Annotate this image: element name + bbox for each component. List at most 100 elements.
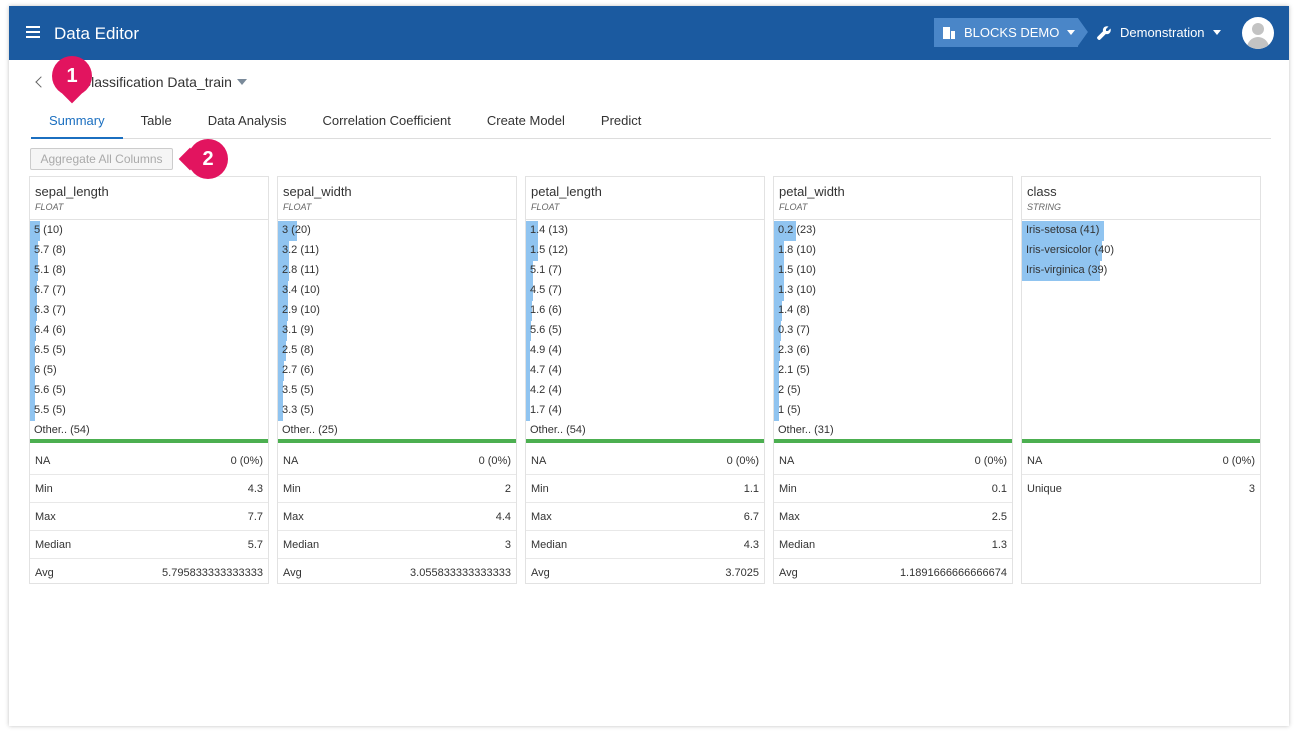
stat-label: Median	[283, 538, 320, 551]
stat-row: NA 0 (0%)	[30, 447, 268, 475]
frequency-row: 5.1 (7)	[526, 260, 764, 281]
value-frequency-list: 0.2 (23) 1.8 (10) 1.5 (10) 1.3 (10) 1.4 (8) 0…	[774, 220, 1012, 440]
frequency-row: 5.6 (5)	[30, 380, 268, 401]
stat-row: Min 4.3	[30, 475, 268, 503]
project-selector-button[interactable]: Demonstration	[1078, 18, 1228, 47]
frequency-row: 1.6 (6)	[526, 300, 764, 321]
stat-value: 3	[504, 538, 511, 551]
stat-row: Avg 5.795833333333333	[30, 559, 268, 587]
column-header: sepal_width FLOAT	[278, 177, 516, 220]
frequency-label: 1 (5)	[778, 404, 801, 416]
frequency-label: 2.9 (10)	[282, 304, 320, 316]
tab-data-analysis[interactable]: Data Analysis	[190, 107, 305, 139]
tab-correlation-coefficient[interactable]: Correlation Coefficient	[304, 107, 468, 139]
frequency-label: 6.7 (7)	[34, 284, 66, 296]
frequency-row: 2.8 (11)	[278, 260, 516, 281]
frequency-row: 6.5 (5)	[30, 340, 268, 361]
frequency-row: 1.3 (10)	[774, 280, 1012, 301]
frequency-row: 0.2 (23)	[774, 220, 1012, 241]
project-name: Demonstration	[1120, 25, 1205, 40]
chevron-down-icon[interactable]	[236, 79, 247, 85]
column-header: class STRING	[1022, 177, 1260, 220]
frequency-label: 5.6 (5)	[530, 324, 562, 336]
stat-value: 4.4	[495, 510, 511, 523]
stat-label: Max	[779, 510, 800, 523]
org-selector-button[interactable]: BLOCKS DEMO	[934, 18, 1088, 47]
tab-table[interactable]: Table	[123, 107, 190, 139]
org-name: BLOCKS DEMO	[964, 25, 1060, 40]
column-type: STRING	[1027, 202, 1062, 212]
frequency-row: 1.8 (10)	[774, 240, 1012, 261]
column-stats: NA 0 (0%) Unique 3	[1022, 447, 1260, 503]
tab-bar: Summary Table Data Analysis Correlation …	[31, 107, 1271, 139]
annotation-marker-1: 1	[52, 56, 92, 96]
stat-label: Max	[35, 510, 56, 523]
frequency-row: 2.9 (10)	[278, 300, 516, 321]
frequency-label: 5.7 (8)	[34, 244, 66, 256]
stat-value: 2	[504, 482, 511, 495]
frequency-row: 5.7 (8)	[30, 240, 268, 261]
aggregate-all-columns-button[interactable]: Aggregate All Columns	[30, 148, 173, 170]
other-values-label: Other.. (31)	[778, 424, 834, 436]
stat-value: 7.7	[247, 510, 263, 523]
frequency-label: 2.1 (5)	[778, 364, 810, 376]
avatar[interactable]	[1242, 17, 1274, 49]
column-name: sepal_length	[35, 184, 109, 199]
stat-row: Median 3	[278, 531, 516, 559]
app-window: Data Editor BLOCKS DEMO Demonstration Cl…	[9, 6, 1289, 726]
frequency-row: 1.4 (8)	[774, 300, 1012, 321]
stat-row: Max 6.7	[526, 503, 764, 531]
stat-row: Avg 3.7025	[526, 559, 764, 587]
stat-row: NA 0 (0%)	[774, 447, 1012, 475]
stat-label: Median	[35, 538, 72, 551]
column-stats: NA 0 (0%) Min 4.3 Max 7.7 Median 5.7 Avg 5.795833…	[30, 447, 268, 587]
column-type: FLOAT	[283, 202, 312, 212]
stat-row: Min 1.1	[526, 475, 764, 503]
frequency-label: Iris-virginica (39)	[1026, 264, 1108, 276]
frequency-label: 3 (20)	[282, 224, 311, 236]
column-card-petal-width: petal_width FLOAT 0.2 (23) 1.8 (10) 1.5 (10)…	[773, 176, 1013, 584]
frequency-label: 1.8 (10)	[778, 244, 816, 256]
stat-row: Unique 3	[1022, 475, 1260, 503]
stat-value: 1.1891666666666674	[899, 567, 1007, 579]
frequency-row: 1.4 (13)	[526, 220, 764, 241]
stat-value: 3.055833333333333	[410, 567, 511, 579]
frequency-row: 5.5 (5)	[30, 400, 268, 421]
stat-label: Min	[531, 482, 549, 495]
tab-create-model[interactable]: Create Model	[469, 107, 583, 139]
menu-icon[interactable]	[26, 26, 40, 38]
frequency-label: 2.3 (6)	[778, 344, 810, 356]
frequency-row: Iris-versicolor (40)	[1022, 240, 1260, 261]
frequency-label: 4.5 (7)	[530, 284, 562, 296]
stat-row: NA 0 (0%)	[278, 447, 516, 475]
stat-row: Min 0.1	[774, 475, 1012, 503]
column-header: petal_length FLOAT	[526, 177, 764, 220]
frequency-label: 1.3 (10)	[778, 284, 816, 296]
annotation-marker-2: 2	[188, 139, 228, 179]
frequency-row: 6.4 (6)	[30, 320, 268, 341]
column-stats: NA 0 (0%) Min 2 Max 4.4 Median 3 Avg 3.0558333333…	[278, 447, 516, 587]
column-stats: NA 0 (0%) Min 0.1 Max 2.5 Median 1.3 Avg 1.189166…	[774, 447, 1012, 587]
stat-value: 0.1	[991, 482, 1007, 495]
tab-predict[interactable]: Predict	[583, 107, 659, 139]
stat-value: 0 (0%)	[974, 454, 1007, 467]
stat-label: Avg	[779, 567, 798, 579]
stat-label: Median	[779, 538, 816, 551]
back-arrow-icon[interactable]	[35, 76, 47, 88]
stat-row: Median 4.3	[526, 531, 764, 559]
frequency-label: 5.5 (5)	[34, 404, 66, 416]
column-header: petal_width FLOAT	[774, 177, 1012, 220]
frequency-label: 1.5 (10)	[778, 264, 816, 276]
frequency-label: 1.4 (13)	[530, 224, 568, 236]
other-values-label: Other.. (54)	[34, 424, 90, 436]
chevron-down-icon	[1067, 30, 1076, 35]
completeness-bar	[1022, 439, 1260, 443]
stat-value: 5.795833333333333	[162, 567, 263, 579]
column-card-class: class STRING Iris-setosa (41) Iris-versicol…	[1021, 176, 1261, 584]
tab-summary[interactable]: Summary	[31, 107, 123, 139]
stat-label: Min	[283, 482, 301, 495]
frequency-row: 6.3 (7)	[30, 300, 268, 321]
frequency-label: 5.1 (8)	[34, 264, 66, 276]
stat-value: 6.7	[743, 510, 759, 523]
value-frequency-list: 5 (10) 5.7 (8) 5.1 (8) 6.7 (7) 6.3 (7) 6.4 (6…	[30, 220, 268, 440]
